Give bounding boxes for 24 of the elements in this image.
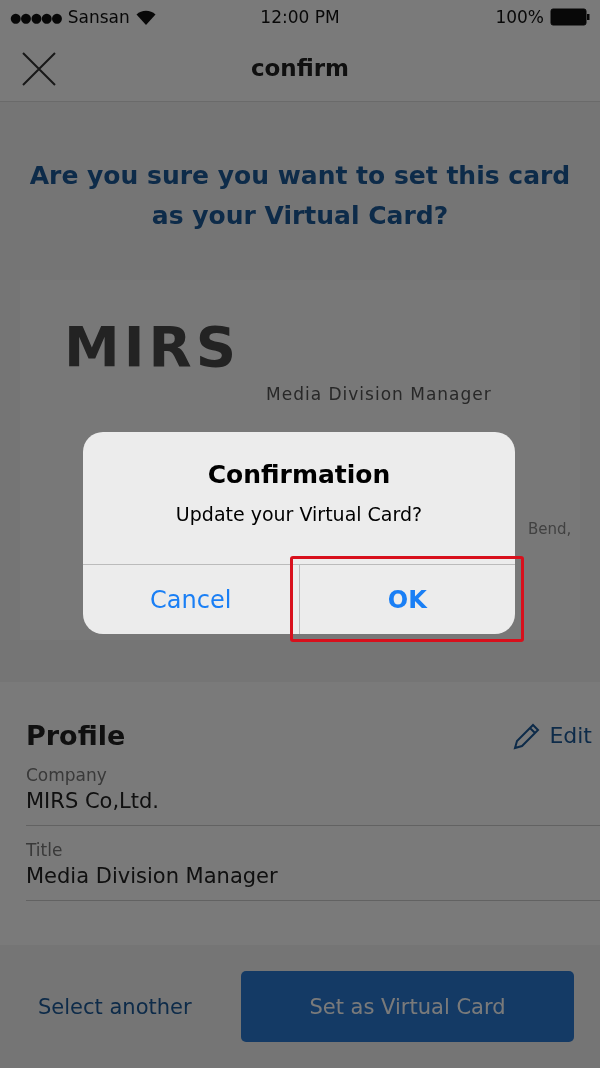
signal-dots: ●●●●● xyxy=(10,9,62,25)
field-label: Title xyxy=(26,840,64,860)
company-logo: MIRS xyxy=(64,314,240,379)
field-value: Media Division Manager xyxy=(26,864,279,888)
dialog-button[interactable]: Cancel xyxy=(83,565,299,634)
wifi-icon xyxy=(135,9,156,25)
dialog-title: Confirmation xyxy=(207,460,391,489)
profile-heading: Profile xyxy=(26,720,126,751)
confirm-question: Are you sure you want to set this card as your Virtual Card? xyxy=(28,160,572,232)
pencil-icon xyxy=(513,721,542,750)
screen-title: confirm xyxy=(250,54,350,81)
set-virtual-card-button[interactable]: Set as Virtual Card xyxy=(241,971,574,1042)
dialog-message: Update your Virtual Card? xyxy=(175,503,423,525)
close-icon[interactable] xyxy=(22,52,56,86)
dialog-button[interactable]: OK xyxy=(298,565,515,634)
carrier-name: Sansan xyxy=(67,7,130,27)
field-value: MIRS Co,Ltd. xyxy=(26,789,161,813)
edit-link[interactable]: Edit xyxy=(513,721,592,750)
field-label: Company xyxy=(26,765,108,785)
card-job-title: Media Division Manager xyxy=(266,384,492,404)
status-time: 12:00 PM xyxy=(260,7,340,27)
select-another-link[interactable]: Select another xyxy=(38,994,192,1019)
battery-percent: 100% xyxy=(495,7,544,27)
battery-icon xyxy=(550,8,590,26)
